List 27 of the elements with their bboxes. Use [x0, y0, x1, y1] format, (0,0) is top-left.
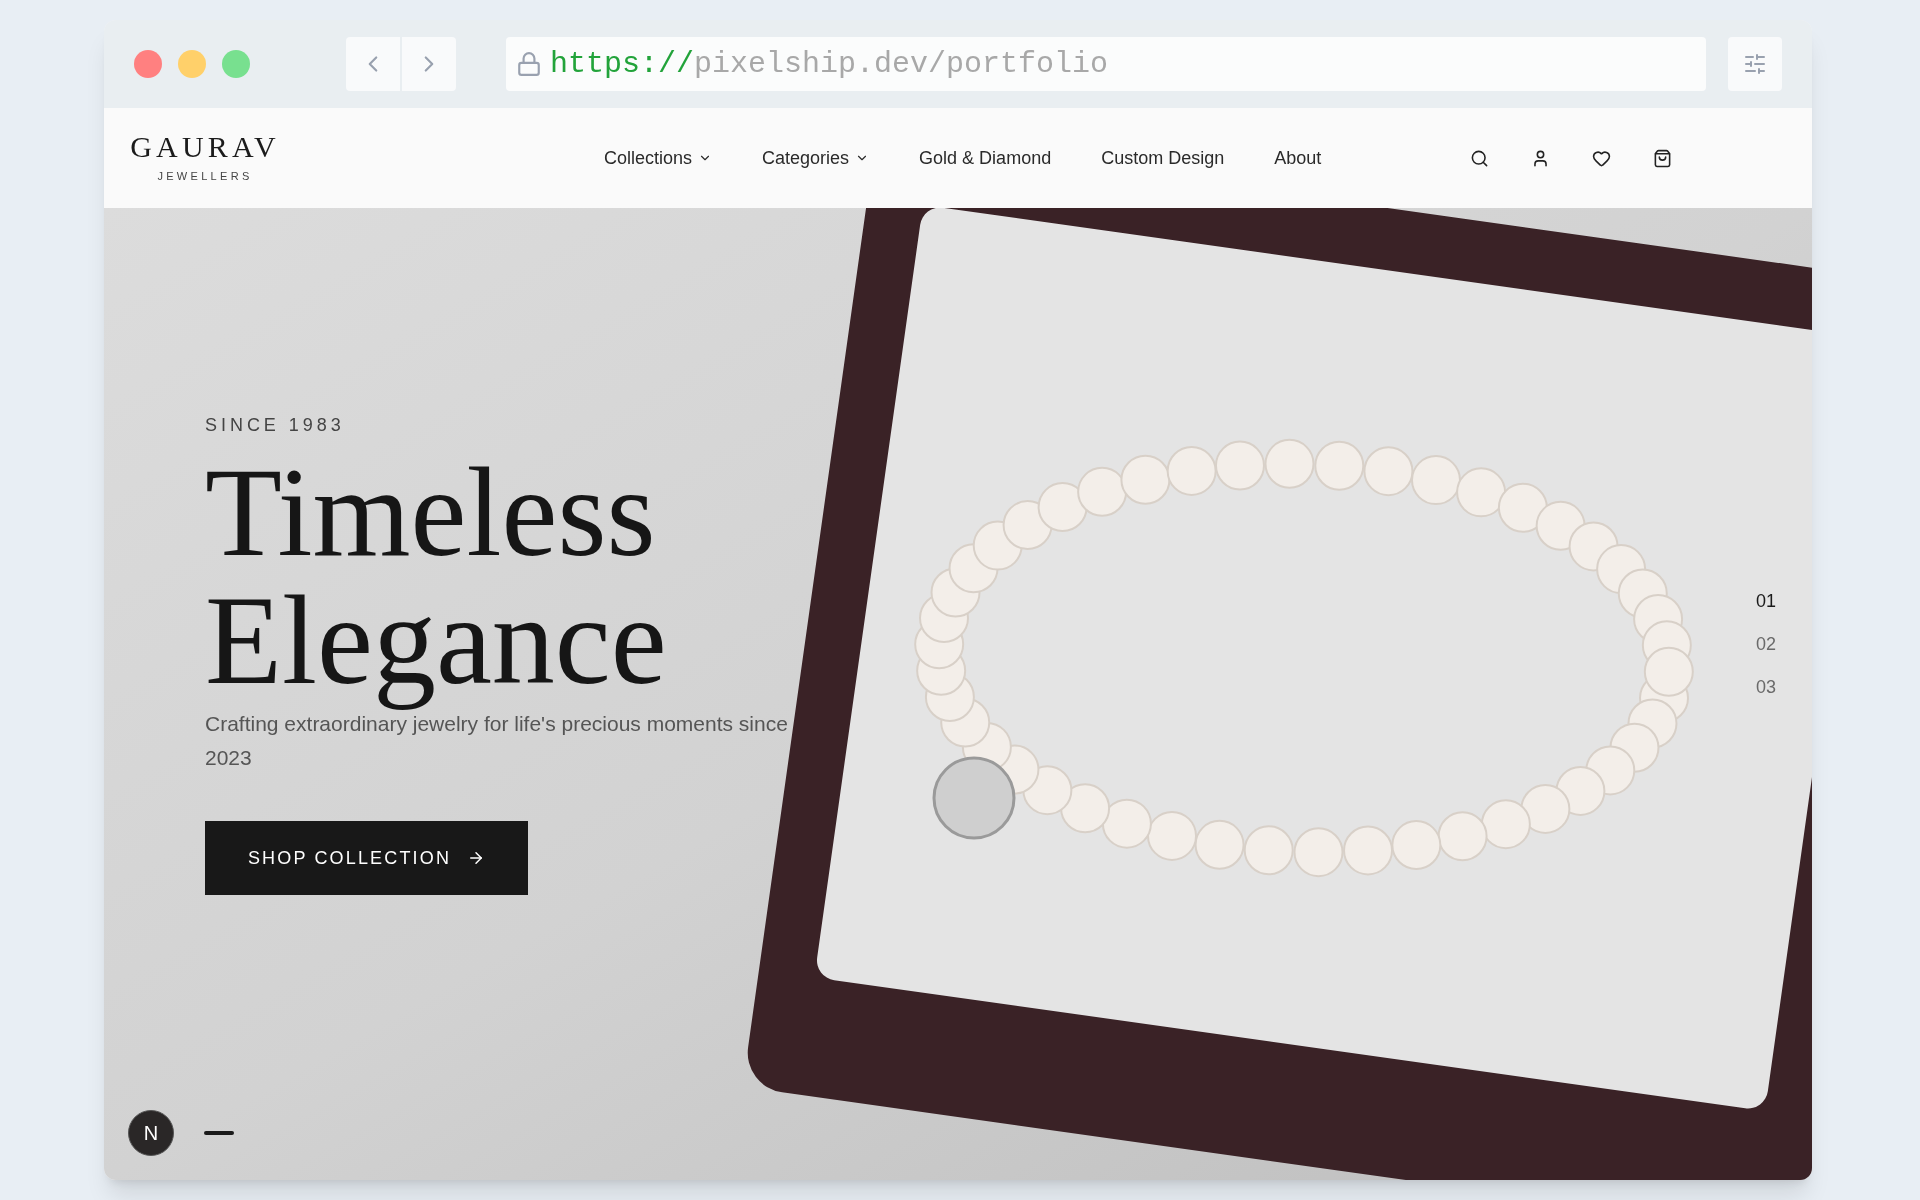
slide-indicator[interactable]: 03 — [1755, 674, 1776, 701]
nav-link[interactable]: Collections — [604, 144, 713, 172]
settings-icon — [1743, 52, 1767, 76]
nav-link[interactable]: Custom Design — [1101, 144, 1225, 172]
url-text: https://pixelship.dev/portfolio — [550, 45, 1109, 83]
lock-icon — [516, 51, 542, 77]
user-icon[interactable] — [1531, 148, 1550, 168]
minimize-window-button[interactable] — [178, 50, 206, 78]
shop-collection-button[interactable]: SHOP COLLECTION — [205, 821, 528, 895]
nav-link[interactable]: Gold & Diamond — [919, 144, 1052, 172]
slide-indicator[interactable]: 01 — [1755, 588, 1776, 615]
hero-subtitle: Crafting extraordinary jewelry for life's precious moments since 2023 — [205, 711, 789, 771]
close-window-button[interactable] — [134, 50, 162, 78]
dev-badge-button[interactable]: N — [128, 1110, 174, 1156]
progress-dash — [204, 1131, 234, 1135]
heart-icon[interactable] — [1592, 148, 1611, 168]
shopping-bag-icon[interactable] — [1653, 148, 1672, 168]
nav-link[interactable]: Categories — [762, 144, 870, 172]
brand-name[interactable]: GAURAV — [130, 131, 280, 162]
search-icon[interactable] — [1470, 148, 1489, 168]
slide-indicator[interactable]: 02 — [1755, 631, 1776, 658]
maximize-window-button[interactable] — [222, 50, 250, 78]
nav-link[interactable]: About — [1274, 144, 1322, 172]
hero-eyebrow: SINCE 1983 — [205, 414, 345, 437]
settings-button[interactable] — [1728, 37, 1782, 91]
hero-title: Timeless Elegance — [205, 443, 668, 712]
brand-tagline: JEWELLERS — [157, 168, 253, 184]
